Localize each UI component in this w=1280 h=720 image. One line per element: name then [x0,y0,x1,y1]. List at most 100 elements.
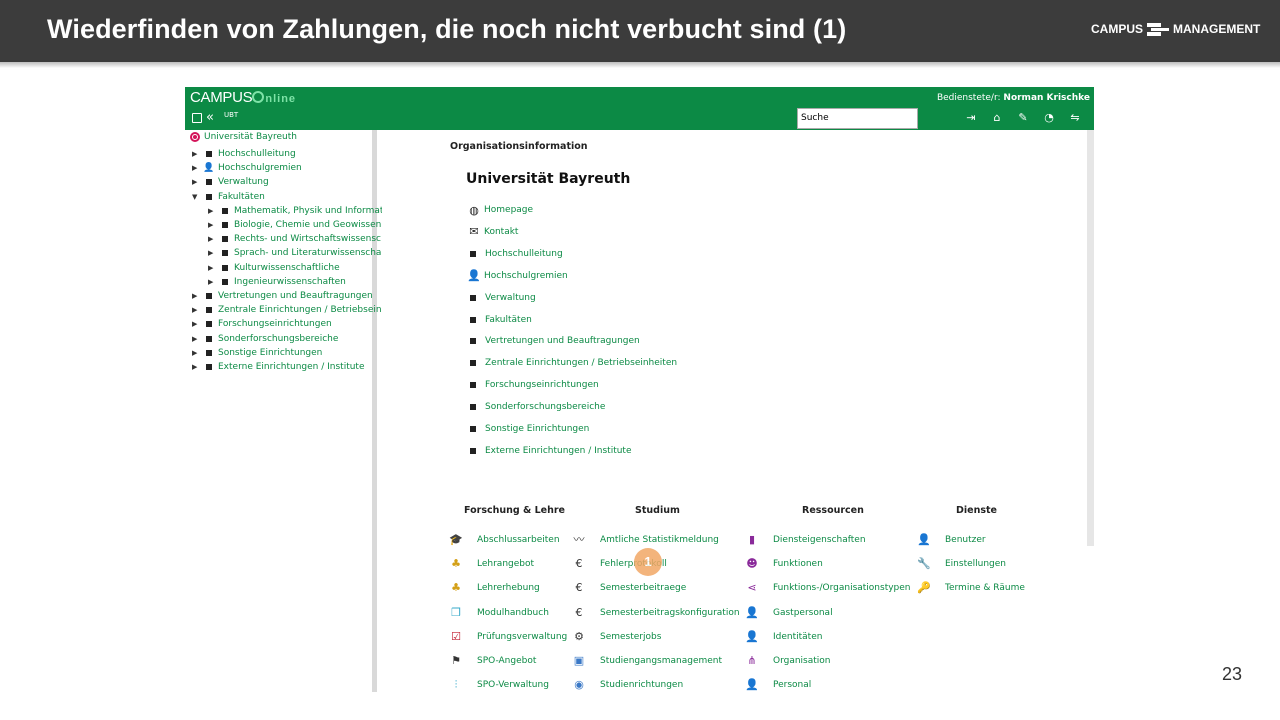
teacher-icon: ♣ [451,557,461,571]
tree-item[interactable]: ▶ Kulturwissenschaftliche [208,261,340,275]
scrollbar[interactable] [1087,130,1094,546]
tree-item[interactable]: ▶ 👤 Hochschulgremien [192,161,302,175]
org-link[interactable]: ✉ Kontakt [466,224,726,240]
page-number: 23 [1222,664,1243,684]
search-input[interactable]: Suche [797,108,918,129]
service-link[interactable]: ⚑ SPO-Angebot [449,653,536,669]
dashboard-icon[interactable]: ◔ [1041,111,1057,125]
bullet-icon [206,364,212,370]
service-link[interactable]: ⋔ Organisation [745,653,830,669]
person-icon: 👤 [203,163,215,174]
org-link[interactable]: Hochschulleitung [466,246,726,262]
service-link[interactable]: 👤 Personal [745,677,811,692]
logout-icon[interactable]: ⇥ [963,111,979,125]
service-link[interactable]: ▮ Diensteigenschaften [745,532,866,548]
tree-item[interactable]: ▶ Vertretungen und Beauftragungen [192,289,373,303]
tree-item[interactable]: ▶ Forschungseinrichtungen [192,317,332,331]
tree-item[interactable]: ▶ Sprach- und Literaturwissenscha [208,246,381,260]
service-link[interactable]: ♣ Lehrangebot [449,556,534,572]
org-link[interactable]: Vertretungen und Beauftragungen [466,333,726,349]
service-link[interactable]: ⫶ SPO-Verwaltung [449,677,549,692]
tree-item[interactable]: ▶ Ingenieurwissenschaften [208,275,346,289]
org-name: Universität Bayreuth [466,171,631,187]
service-link-label: Studiengangsmanagement [600,656,723,666]
section-heading: Organisationsinformation [450,141,588,152]
tree-item[interactable]: ▶ Biologie, Chemie und Geowissen [208,218,381,232]
service-link[interactable]: ☻ Funktionen [745,556,823,572]
globe-icon: ◍ [469,203,479,217]
service-link[interactable]: ⋖ Funktions-/Organisationstypen [745,580,910,596]
caret-down-icon[interactable]: ▼ [192,193,200,201]
translate-icon[interactable]: ⇋ [1067,111,1083,125]
caret-right-icon[interactable]: ▶ [208,235,216,243]
caret-right-icon[interactable]: ▶ [208,278,216,286]
briefcase-icon: ▮ [748,533,756,546]
org-link[interactable]: 👤 Hochschulgremien [466,268,726,284]
service-link[interactable]: ▣ Studiengangsmanagement [572,653,722,669]
org-link[interactable]: Verwaltung [466,290,726,306]
brand-right: MANAGEMENT [1173,22,1261,36]
caret-right-icon[interactable]: ▶ [208,249,216,257]
org-link[interactable]: Fakultäten [466,312,726,328]
service-link[interactable]: 👤 Identitäten [745,629,822,645]
tree-item[interactable]: ▶ Rechts- und Wirtschaftswissensc [208,232,381,246]
user-name[interactable]: Norman Krischke [1003,93,1090,103]
service-link[interactable]: € Semesterbeitragskonfiguration [572,605,740,621]
caret-right-icon[interactable]: ▶ [192,363,200,371]
chart-icon: 〰 [573,533,585,546]
org-link[interactable]: Sonstige Einrichtungen [466,421,726,437]
tree-item[interactable]: ▶ Mathematik, Physik und Informat [208,204,383,218]
home-icon[interactable]: ⌂ [989,111,1005,125]
tree-item[interactable]: ▶ Sonderforschungsbereiche [192,332,338,346]
tree-item[interactable]: ▼ Fakultäten [192,190,265,204]
bullet-icon [470,250,476,257]
caret-right-icon[interactable]: ▶ [192,306,200,314]
org-link[interactable]: ◍ Homepage [466,202,726,218]
envelope-icon: ✉ [469,225,479,239]
tree-item[interactable]: ▶ Zentrale Einrichtungen / Betriebseinh [192,303,387,317]
service-link[interactable]: 🔧 Einstellungen [917,556,1006,572]
service-link[interactable]: 🎓 Abschlussarbeiten [449,532,559,548]
tree-item[interactable]: ▶ Hochschulleitung [192,147,296,161]
tree-root[interactable]: Universität Bayreuth [190,132,297,142]
service-link[interactable]: ⚙ Semesterjobs [572,629,661,645]
service-link-label: Lehrangebot [477,559,535,570]
tree-item[interactable]: ▶ Verwaltung [192,175,269,189]
service-link[interactable]: 👤 Benutzer [917,532,985,548]
tree-item[interactable]: ▶ Sonstige Einrichtungen [192,346,322,360]
tree-item[interactable]: ▶ Externe Einrichtungen / Institute [192,360,365,374]
edit-icon[interactable]: ✎ [1015,111,1031,125]
tree-item-label: Kulturwissenschaftliche [234,262,340,273]
masks-icon: ☻ [746,557,758,571]
service-link[interactable]: 🔑 Termine & Räume [917,580,1025,596]
caret-right-icon[interactable]: ▶ [208,264,216,272]
org-link[interactable]: Forschungseinrichtungen [466,377,726,393]
org-link[interactable]: Sonderforschungsbereiche [466,399,726,415]
service-link[interactable]: ❒ Modulhandbuch [449,605,549,621]
org-link-label: Vertretungen und Beauftragungen [485,336,640,347]
bullet-icon [222,236,228,243]
caret-right-icon[interactable]: ▶ [208,221,216,229]
service-link[interactable]: ♣ Lehrerhebung [449,580,540,596]
window-icon[interactable] [192,112,202,123]
service-link[interactable]: ◉ Studienrichtungen [572,677,683,692]
caret-right-icon[interactable]: ▶ [208,207,216,215]
service-link[interactable]: ☑ Prüfungsverwaltung [449,629,567,645]
column-heading: Studium [635,505,680,516]
caret-right-icon[interactable]: ▶ [192,292,200,300]
caret-right-icon[interactable]: ▶ [192,349,200,357]
bullet-icon [222,222,228,228]
caret-right-icon[interactable]: ▶ [192,335,200,343]
double-chevron-left-icon[interactable]: « [206,110,214,125]
caret-right-icon[interactable]: ▶ [192,164,200,172]
caret-right-icon[interactable]: ▶ [192,320,200,328]
caret-right-icon[interactable]: ▶ [192,178,200,186]
service-link[interactable]: € Semesterbeitraege [572,580,687,596]
service-link[interactable]: 〰 Amtliche Statistikmeldung [572,532,719,548]
service-link-label: Termine & Räume [945,583,1025,594]
service-link[interactable]: 👤 Gastpersonal [745,605,832,621]
person-icon: 👤 [917,533,931,546]
org-link[interactable]: Zentrale Einrichtungen / Betriebseinheit… [466,355,726,371]
caret-right-icon[interactable]: ▶ [192,150,200,158]
org-link[interactable]: Externe Einrichtungen / Institute [466,443,726,459]
